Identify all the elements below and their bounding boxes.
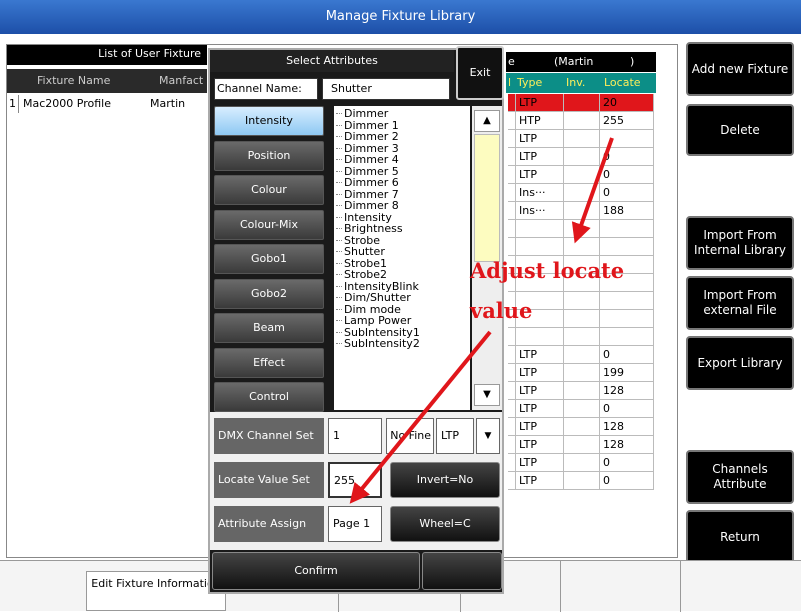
arrow-to-locate-field bbox=[349, 330, 492, 504]
arrow-to-locate-column bbox=[571, 137, 614, 244]
annotation-arrows bbox=[349, 137, 614, 504]
